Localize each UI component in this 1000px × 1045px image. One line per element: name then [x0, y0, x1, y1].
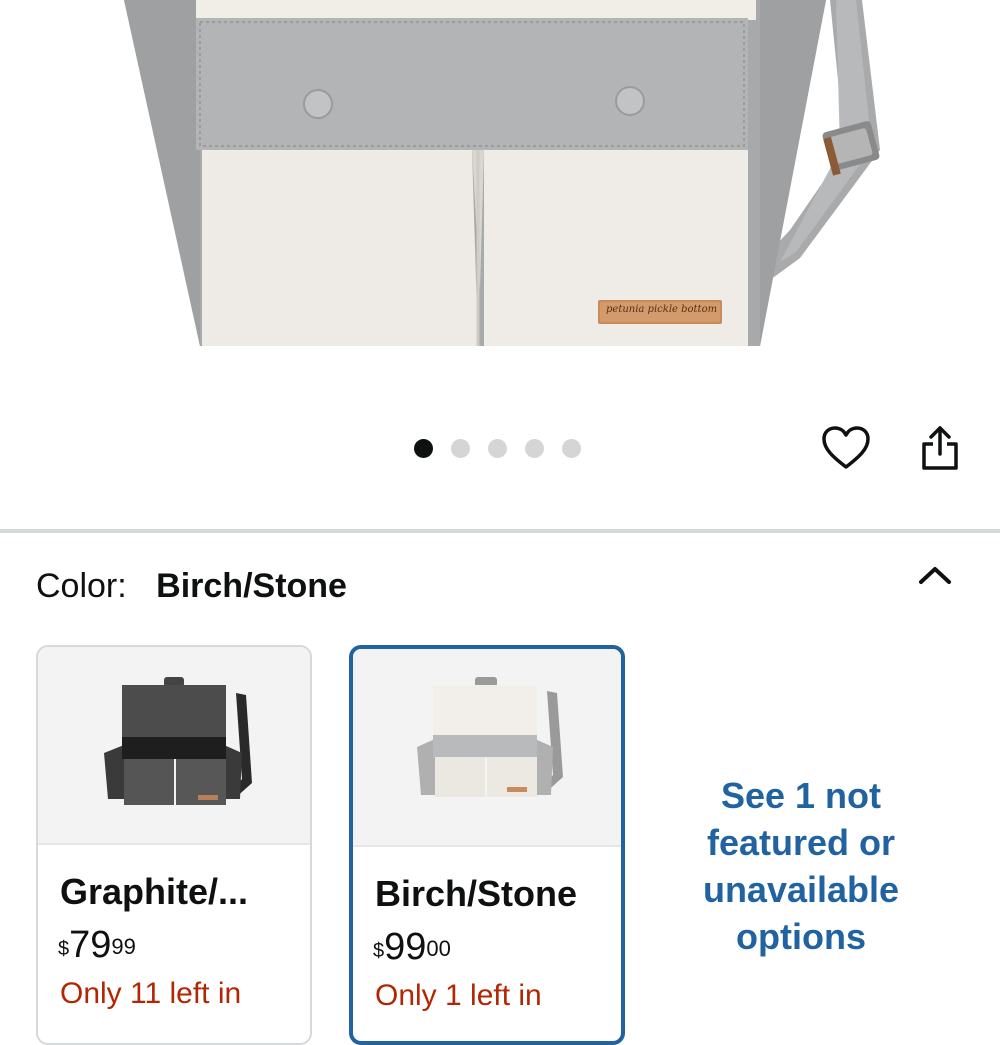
swatch-name: Graphite/...: [60, 871, 249, 912]
share-button[interactable]: [912, 420, 968, 476]
collapse-button[interactable]: [912, 555, 958, 595]
swatch-card-birch-stone[interactable]: Birch/Stone $9900 Only 1 left in: [349, 645, 625, 1045]
color-selected-value: Birch/Stone: [156, 567, 347, 605]
carousel-dot-1[interactable]: [414, 438, 433, 458]
chevron-up-icon: [919, 567, 951, 584]
carousel-dots[interactable]: [414, 437, 581, 459]
swatch-name: Birch/Stone: [375, 873, 578, 914]
color-label: Color:: [36, 567, 127, 605]
swatch-price: $7999: [58, 923, 310, 967]
share-icon: [922, 426, 958, 470]
swatch-thumbnail: [353, 649, 621, 847]
swatch-card-graphite[interactable]: Graphite/... $7999 Only 11 left in: [36, 645, 312, 1045]
product-image[interactable]: petunia pickle bottom: [0, 0, 1000, 400]
carousel-dot-5[interactable]: [562, 438, 581, 458]
wishlist-button[interactable]: [818, 420, 874, 476]
swatch-thumbnail: [38, 647, 310, 845]
heart-outline-icon: [822, 426, 870, 469]
carousel-dot-2[interactable]: [451, 438, 470, 458]
stock-notice: Only 11 left in: [60, 977, 242, 1010]
carousel-dot-3[interactable]: [488, 438, 507, 458]
color-selector-header: Color: Birch/Stone: [36, 562, 347, 610]
price-cents: 00: [426, 936, 451, 961]
section-divider: [0, 529, 1000, 533]
stock-notice: Only 1 left in: [375, 979, 542, 1012]
brand-tag-text: petunia pickle bottom: [606, 304, 718, 315]
price-whole: 79: [69, 924, 112, 966]
price-cents: 99: [111, 934, 136, 959]
currency-symbol: $: [58, 938, 70, 960]
currency-symbol: $: [373, 940, 385, 962]
price-whole: 99: [384, 926, 427, 968]
see-unavailable-options-link[interactable]: See 1 not featured or unavailable option…: [660, 772, 942, 960]
swatch-price: $9900: [373, 925, 621, 969]
carousel-dot-4[interactable]: [525, 438, 544, 458]
